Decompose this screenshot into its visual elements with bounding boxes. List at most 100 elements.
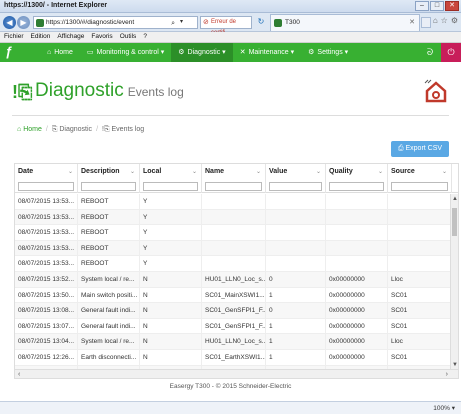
sort-icon[interactable]: ⌄ [316, 164, 321, 180]
close-window-button[interactable]: ✕ [445, 1, 459, 11]
menu-favorites[interactable]: Favoris [91, 32, 112, 42]
breadcrumb-diagnostic[interactable]: ⎘ Diagnostic [52, 124, 92, 136]
filter-value-input[interactable] [269, 182, 322, 191]
column-date[interactable]: Date ⌄ [15, 164, 78, 180]
breadcrumb-home[interactable]: ⌂ Home [17, 124, 42, 136]
sort-icon[interactable]: ⌄ [442, 164, 447, 180]
search-icon[interactable]: ⌕ [171, 18, 175, 29]
nav-maintenance[interactable]: ✕ Maintenance ▾ [233, 43, 301, 62]
sort-icon[interactable]: ⌄ [192, 164, 197, 180]
filter-quality [326, 180, 388, 193]
nav-diagnostic[interactable]: ⚙ Diagnostic ▾ [171, 43, 233, 62]
cell-description: System local / re... [78, 334, 140, 350]
diagnostic-page-icon: !⎘ [12, 82, 33, 102]
filter-local-input[interactable] [143, 182, 198, 191]
filter-date-input[interactable] [18, 182, 74, 191]
certificate-error[interactable]: Erreur de certifi... [200, 16, 252, 36]
zoom-level[interactable]: 100% ▾ [433, 404, 455, 412]
column-value[interactable]: Value ⌄ [266, 164, 326, 180]
logout-icon[interactable]: ⏻ [441, 43, 461, 62]
table-row[interactable]: 08/07/2015 13:53... REBOOT Y [15, 194, 458, 210]
filter-name-input[interactable] [205, 182, 262, 191]
horizontal-scrollbar[interactable]: ‹ › [15, 369, 458, 378]
app-navbar: ƒ ⌂ Home ▭ Monitoring & control ▾ ⚙ Diagnos… [0, 43, 461, 62]
vertical-scrollbar[interactable]: ▲ ▼ [450, 194, 458, 370]
scroll-up-icon[interactable]: ▲ [452, 196, 458, 202]
column-name[interactable]: Name ⌄ [202, 164, 266, 180]
minimize-button[interactable]: – [415, 1, 429, 11]
sort-icon[interactable]: ⌄ [378, 164, 383, 180]
table-row[interactable]: 08/07/2015 13:08... General fault indi...… [15, 303, 458, 319]
sort-icon[interactable]: ⌄ [130, 164, 135, 180]
table-row[interactable]: 08/07/2015 13:50... Main switch positi...… [15, 287, 458, 304]
cell-date: 08/07/2015 13:53... [15, 194, 78, 209]
table-row[interactable]: 08/07/2015 12:26...Earth disconnecti...N… [15, 349, 458, 366]
cell-date: 08/07/2015 13:08... [15, 303, 78, 319]
cell-value [266, 225, 326, 241]
cell-source [388, 194, 452, 209]
address-bar: ◀ ▶ https://1300/#/diagnostic/event ⌕ ▾ … [0, 13, 461, 36]
menu-bar: Fichier Edition Affichage Favoris Outils… [0, 32, 461, 43]
nav-monitoring[interactable]: ▭ Monitoring & control ▾ [80, 43, 171, 62]
cell-quality: 0x00000000 [326, 349, 388, 365]
nav-menu: ⌂ Home ▭ Monitoring & control ▾ ⚙ Diagnosti… [40, 43, 355, 62]
scroll-right-icon[interactable]: › [446, 370, 448, 378]
back-button[interactable]: ◀ [3, 16, 16, 29]
cell-source: Lloc [388, 334, 452, 350]
menu-file[interactable]: Fichier [4, 32, 24, 42]
column-source[interactable]: Source ⌄ [388, 164, 452, 180]
table-row[interactable]: 08/07/2015 13:53... REBOOT Y [15, 256, 458, 272]
cell-name [202, 256, 266, 272]
cell-value: 0 [266, 271, 326, 287]
breadcrumb-current-label: Events log [111, 126, 145, 133]
nav-home[interactable]: ⌂ Home [40, 43, 80, 62]
cell-name [202, 240, 266, 256]
table-row[interactable]: 08/07/2015 13:53... REBOOT Y [15, 225, 458, 241]
cell-name [202, 194, 266, 209]
column-description[interactable]: Description ⌄ [78, 164, 140, 180]
nav-maintenance-label: Maintenance ▾ [248, 49, 295, 56]
user-icon[interactable]: ᘐ [419, 43, 441, 62]
filter-description-input[interactable] [81, 182, 136, 191]
tools-gear-icon[interactable]: ⚙ [451, 16, 458, 25]
cell-local: N [140, 287, 202, 303]
table-row[interactable]: 08/07/2015 13:53... REBOOT Y [15, 240, 458, 257]
filter-source-input[interactable] [391, 182, 448, 191]
url-dropdown-icon[interactable]: ▾ [180, 17, 183, 28]
maximize-button[interactable]: □ [430, 1, 444, 11]
cell-local: N [140, 334, 202, 350]
column-local[interactable]: Local ⌄ [140, 164, 202, 180]
cell-date: 08/07/2015 12:26... [15, 349, 78, 365]
sort-icon[interactable]: ⌄ [68, 164, 73, 180]
menu-tools[interactable]: Outils [120, 32, 137, 42]
table-row[interactable]: 08/07/2015 13:07... General fault indi...… [15, 318, 458, 335]
scroll-down-icon[interactable]: ▼ [452, 362, 458, 368]
column-quality[interactable]: Quality ⌄ [326, 164, 388, 180]
favorites-star-icon[interactable]: ☆ [441, 16, 448, 25]
column-quality-label: Quality [329, 168, 353, 175]
cell-date: 08/07/2015 13:53... [15, 209, 78, 225]
menu-help[interactable]: ? [143, 32, 147, 42]
table-row[interactable]: 08/07/2015 13:53... REBOOT Y [15, 209, 458, 226]
refresh-icon[interactable]: ↻ [254, 16, 268, 29]
easergy-logo-icon[interactable]: ƒ [5, 45, 22, 60]
close-tab-icon[interactable]: ✕ [409, 15, 415, 31]
nav-settings[interactable]: ⚙ Settings ▾ [301, 43, 355, 62]
new-tab-button[interactable] [421, 17, 431, 28]
url-field[interactable]: https://1300/#/diagnostic/event ⌕ ▾ [33, 16, 198, 29]
filter-date [15, 180, 78, 193]
home-browser-icon[interactable]: ⌂ [433, 16, 438, 25]
forward-button[interactable]: ▶ [17, 16, 30, 29]
sort-icon[interactable]: ⌄ [256, 164, 261, 180]
cell-name [202, 209, 266, 225]
scroll-left-icon[interactable]: ‹ [18, 370, 20, 378]
menu-edit[interactable]: Edition [31, 32, 51, 42]
site-favicon-icon [36, 19, 44, 27]
table-row[interactable]: 08/07/2015 13:04... System local / re... N… [15, 334, 458, 350]
export-csv-button[interactable]: ⎙ Export CSV [391, 141, 449, 157]
table-row[interactable]: 08/07/2015 13:52... System local / re... N… [15, 271, 458, 288]
menu-view[interactable]: Affichage [57, 32, 84, 42]
filter-quality-input[interactable] [329, 182, 384, 191]
browser-tab[interactable]: T300 ✕ [270, 14, 420, 31]
scroll-thumb[interactable] [452, 208, 457, 236]
